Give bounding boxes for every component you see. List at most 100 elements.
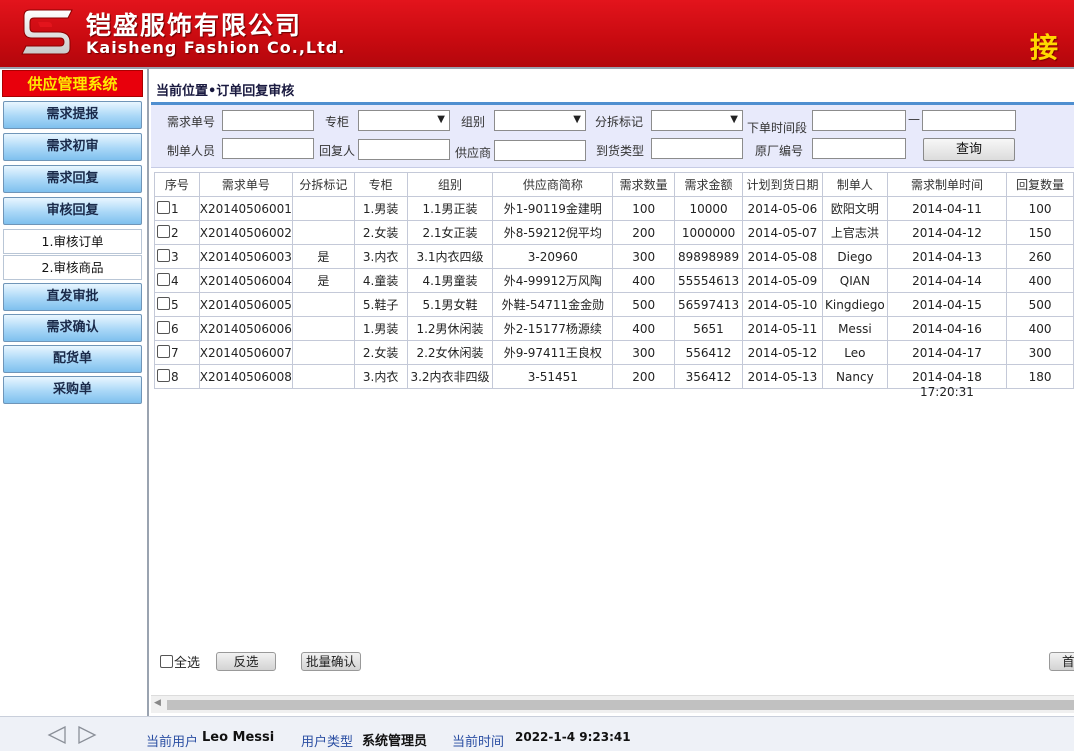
order-no-cell: X20140506008: [198, 364, 293, 389]
counter-select[interactable]: ▼: [358, 110, 450, 131]
nav-purchase-order[interactable]: 采购单: [3, 376, 142, 404]
supplier-cell: 3-51451: [492, 364, 614, 389]
reply-qty-cell: 500: [1006, 292, 1074, 317]
brand-name-en: Kaisheng Fashion Co.,Ltd.: [86, 38, 346, 57]
group-select[interactable]: ▼: [494, 110, 586, 131]
amount-cell: 10000: [674, 196, 743, 221]
chevron-down-icon: ▼: [573, 114, 581, 125]
row-no-cell: 5: [154, 292, 200, 317]
creator-cell: 上官志洪: [821, 220, 888, 245]
plan-date-cell: 2014-05-09: [742, 268, 823, 293]
row-no-cell: 1: [154, 196, 200, 221]
forward-arrow-icon[interactable]: [76, 725, 98, 745]
order-no-input[interactable]: [222, 110, 314, 131]
period-separator: —: [908, 112, 920, 126]
user-type-value: 系统管理员: [362, 734, 428, 749]
back-arrow-icon[interactable]: [46, 725, 68, 745]
filter-panel: 需求单号 专柜 ▼ 组别 ▼ 分拆标记 ▼ 下单时间段 — 制单人员 回复人 供…: [151, 105, 1074, 168]
col-header-split: 分拆标记: [291, 172, 355, 197]
row-no: 8: [171, 370, 179, 384]
reply-qty-cell: 100: [1006, 196, 1074, 221]
factory-no-input[interactable]: [812, 138, 906, 159]
horizontal-scrollbar[interactable]: ◀: [151, 695, 1074, 713]
row-no-cell: 3: [154, 244, 200, 269]
order-no-cell: X20140506003: [198, 244, 293, 269]
group-cell: 1.2男休闲装: [406, 316, 494, 341]
split-cell: [291, 340, 355, 365]
batch-confirm-button[interactable]: 批量确认: [301, 652, 361, 671]
replier-input[interactable]: [358, 139, 450, 160]
table-row: 4 X20140506004 是 4.童装 4.1男童装 外4-99912万风陶…: [154, 268, 1074, 293]
creator-input[interactable]: [222, 138, 314, 159]
brand-name-cn: 铠盛服饰有限公司: [86, 11, 303, 40]
subnav-review-orders[interactable]: 1.审核订单: [3, 229, 142, 254]
row-checkbox[interactable]: [157, 297, 170, 310]
created-time-cell: 2014-04-12: [886, 220, 1008, 245]
row-checkbox[interactable]: [157, 273, 170, 286]
counter-cell: 1.男装: [353, 316, 408, 341]
amount-cell: 356412: [674, 364, 743, 389]
nav-demand-reply[interactable]: 需求回复: [3, 165, 142, 193]
table-row: 7 X20140506007 2.女装 2.2女休闲装 外9-97411王良权 …: [154, 340, 1074, 365]
arrival-type-input[interactable]: [651, 138, 743, 159]
nav-review-reply[interactable]: 审核回复: [3, 197, 142, 225]
supplier-cell: 外1-90119金建明: [492, 196, 614, 221]
query-button[interactable]: 查询: [923, 138, 1015, 161]
split-flag-select[interactable]: ▼: [651, 110, 743, 131]
col-header-group: 组别: [406, 172, 494, 197]
select-all[interactable]: 全选: [160, 652, 200, 671]
plan-date-cell: 2014-05-06: [742, 196, 823, 221]
first-page-button[interactable]: 首: [1049, 652, 1074, 671]
period-start-input[interactable]: [812, 110, 906, 131]
creator-cell: Leo: [821, 340, 888, 365]
split-cell: [291, 196, 355, 221]
order-no-cell: X20140506004: [198, 268, 293, 293]
reply-qty-cell: 400: [1006, 316, 1074, 341]
row-checkbox[interactable]: [157, 321, 170, 334]
company-logo-icon: [21, 9, 73, 55]
supplier-input[interactable]: [494, 140, 586, 161]
split-flag-label: 分拆标记: [595, 115, 644, 129]
group-label: 组别: [461, 115, 486, 129]
subnav-review-products[interactable]: 2.审核商品: [3, 255, 142, 280]
split-cell: [291, 316, 355, 341]
created-time-cell: 2014-04-16: [886, 316, 1008, 341]
supplier-cell: 外鞋-54711金金勋: [492, 292, 614, 317]
supplier-cell: 3-20960: [492, 244, 614, 269]
qty-cell: 300: [612, 244, 676, 269]
nav-direct-approval[interactable]: 直发审批: [3, 283, 142, 311]
row-checkbox[interactable]: [157, 249, 170, 262]
select-all-checkbox[interactable]: [160, 655, 173, 668]
invert-selection-button[interactable]: 反选: [216, 652, 276, 671]
counter-cell: 2.女装: [353, 340, 408, 365]
reply-qty-cell: 400: [1006, 268, 1074, 293]
nav-distribution-order[interactable]: 配货单: [3, 345, 142, 373]
col-header-amount: 需求金额: [674, 172, 743, 197]
group-cell: 2.2女休闲装: [406, 340, 494, 365]
col-header-no: 序号: [154, 172, 200, 197]
counter-cell: 2.女装: [353, 220, 408, 245]
reply-qty-cell: 150: [1006, 220, 1074, 245]
table-row: 1 X20140506001 1.男装 1.1男正装 外1-90119金建明 1…: [154, 196, 1074, 221]
order-period-label: 下单时间段: [747, 121, 808, 135]
creator-label: 制单人员: [167, 144, 216, 158]
row-checkbox[interactable]: [157, 345, 170, 358]
row-checkbox[interactable]: [157, 201, 170, 214]
reply-qty-cell: 180: [1006, 364, 1074, 389]
scroll-left-icon[interactable]: ◀: [154, 698, 161, 708]
row-checkbox[interactable]: [157, 369, 170, 382]
nav-demand-submit[interactable]: 需求提报: [3, 101, 142, 129]
plan-date-cell: 2014-05-12: [742, 340, 823, 365]
scrollbar-thumb[interactable]: [167, 700, 1074, 710]
row-checkbox[interactable]: [157, 225, 170, 238]
qty-cell: 400: [612, 316, 676, 341]
chevron-down-icon: ▼: [437, 114, 445, 125]
plan-date-cell: 2014-05-07: [742, 220, 823, 245]
group-cell: 5.1男女鞋: [406, 292, 494, 317]
arrival-type-label: 到货类型: [596, 144, 645, 158]
period-end-input[interactable]: [922, 110, 1016, 131]
current-user-value: Leo Messi: [202, 730, 275, 745]
row-no-cell: 2: [154, 220, 200, 245]
nav-demand-initial-review[interactable]: 需求初审: [3, 133, 142, 161]
nav-demand-confirm[interactable]: 需求确认: [3, 314, 142, 342]
